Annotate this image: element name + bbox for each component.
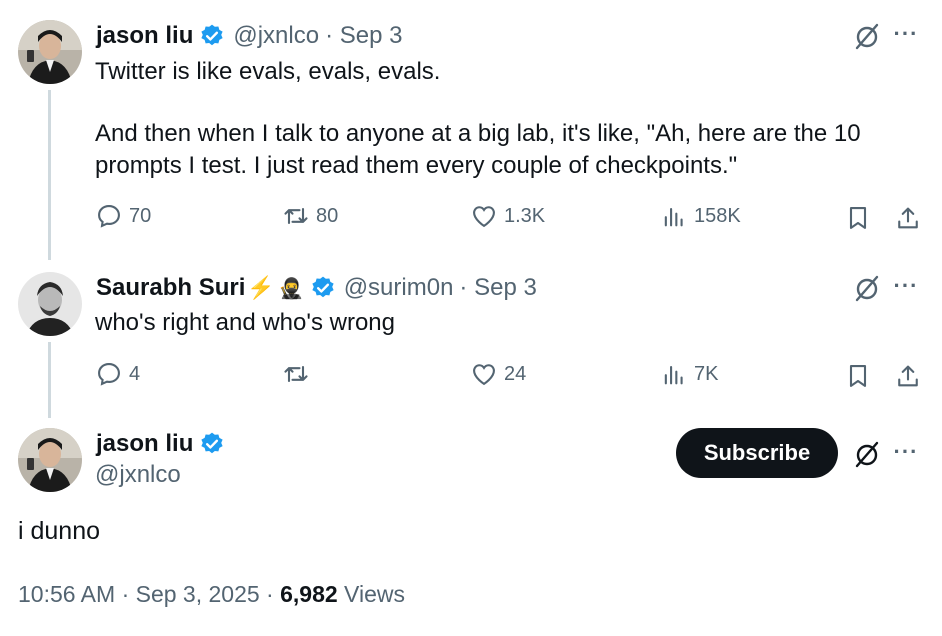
grok-icon[interactable] [851,272,883,304]
share-icon[interactable] [892,360,924,392]
main-author-name[interactable]: jason liu [96,430,193,458]
grok-icon[interactable] [851,20,883,52]
bookmark-icon[interactable] [842,360,874,392]
share-icon[interactable] [892,202,924,234]
tweet2-like-count: 24 [504,362,527,385]
avatar-saurabh[interactable] [18,272,82,336]
main-author-row: jason liu [96,428,225,460]
thread-connector-1 [48,90,51,260]
bookmark-icon[interactable] [842,202,874,234]
tweet1-view-count: 158K [694,204,741,227]
tweet1-retweet-count: 80 [316,204,339,227]
heart-icon [473,206,495,228]
tweet2-date[interactable]: · Sep 3 [459,274,536,302]
verified-badge-icon [312,276,334,298]
main-author-handle[interactable]: @jxnlco [95,461,181,489]
verified-badge-icon [201,432,223,454]
tweet1-date[interactable]: · Sep 3 [325,22,402,50]
main-timestamp[interactable]: 10:56 AM · Sep 3, 2025 · [18,581,280,607]
views-chart-icon [664,365,683,385]
tweet2-reply-button[interactable]: 4 [95,360,140,388]
lightning-emoji: ⚡ [247,275,275,300]
tweet2-like-button[interactable]: 24 [470,360,526,388]
tweet2-text: who's right and who's wrong [95,309,395,336]
avatar-jason-main[interactable] [18,428,82,492]
verified-badge-icon [201,24,223,46]
tweet2-retweet-button[interactable] [282,360,316,388]
tweet2-author-name[interactable]: Saurabh Suri [96,274,245,302]
ninja-emoji: 🥷 [278,277,304,300]
tweet1-header: jason liu @jxnlco · Sep 3 [96,20,402,52]
heart-icon [473,364,495,386]
tweet2-views-button[interactable]: 7K [660,360,718,388]
grok-icon[interactable] [851,438,883,470]
retweet-icon [284,365,308,383]
tweet2-reply-count: 4 [129,362,141,385]
more-options-icon[interactable]: ··· [890,18,922,50]
main-view-count: 6,982 [280,581,338,607]
tweet2-view-count: 7K [694,362,719,385]
tweet2-handle[interactable]: @surim0n [344,274,454,302]
thread-connector-2 [48,342,51,418]
main-views-label: Views [337,581,405,607]
retweet-icon [284,207,308,225]
tweet2-header: Saurabh Suri ⚡ 🥷 @surim0n · Sep 3 [96,272,537,304]
tweet1-text-line3: prompts I test. I just read them every c… [95,152,738,179]
tweet1-reply-count: 70 [129,204,152,227]
tweet1-handle[interactable]: @jxnlco [233,22,319,50]
views-chart-icon [664,207,683,227]
reply-icon [98,363,120,386]
tweet1-text-line1: Twitter is like evals, evals, evals. [95,58,441,85]
tweet1-reply-button[interactable]: 70 [95,202,151,230]
more-options-icon[interactable]: ··· [890,436,922,468]
tweet1-text-line2: And then when I talk to anyone at a big … [95,120,861,147]
tweet1-author-name[interactable]: jason liu [96,22,193,50]
main-tweet-text: i dunno [18,517,101,545]
tweet1-like-button[interactable]: 1.3K [470,202,545,230]
main-tweet-meta: 10:56 AM · Sep 3, 2025 · 6,982 Views [18,581,405,608]
reply-icon [98,205,120,228]
tweet1-retweet-button[interactable]: 80 [282,202,338,230]
avatar-jason-1[interactable] [18,20,82,84]
tweet1-views-button[interactable]: 158K [660,202,741,230]
tweet1-like-count: 1.3K [504,204,546,227]
more-options-icon[interactable]: ··· [890,270,922,302]
subscribe-button[interactable]: Subscribe [676,428,838,478]
